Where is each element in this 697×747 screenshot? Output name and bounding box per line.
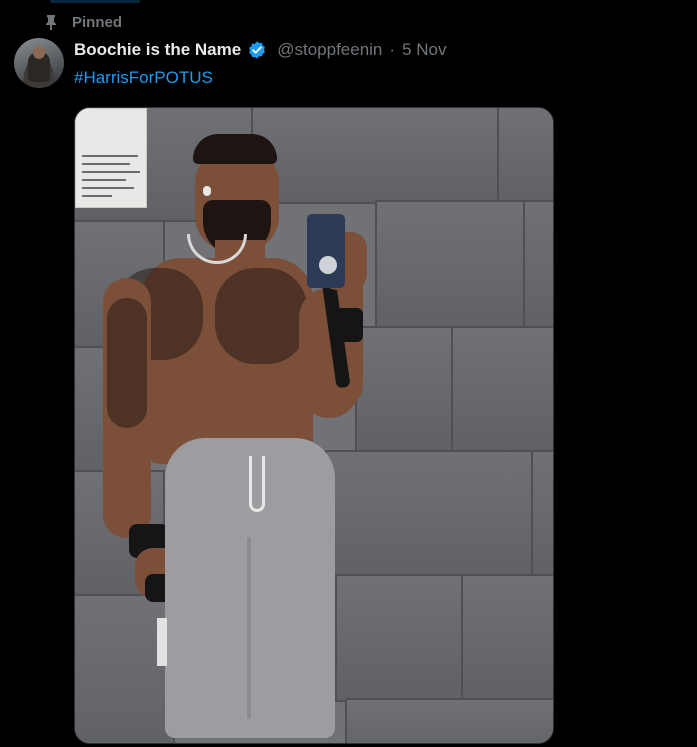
hashtag-link[interactable]: #HarrisForPOTUS: [74, 68, 213, 88]
pin-icon: [46, 15, 56, 30]
person-figure: [75, 108, 553, 743]
post-timestamp[interactable]: 5 Nov: [402, 40, 446, 60]
pinned-indicator: Pinned: [44, 12, 122, 32]
separator-dot: ·: [389, 40, 396, 59]
display-name[interactable]: Boochie is the Name: [74, 40, 241, 60]
verified-badge-icon[interactable]: [247, 40, 267, 60]
post-media-image[interactable]: [74, 107, 554, 744]
pinned-label: Pinned: [72, 13, 123, 31]
avatar[interactable]: [14, 38, 64, 88]
avatar-face: [33, 46, 45, 59]
top-accent-bar: [50, 0, 140, 3]
post-header: Boochie is the Name @stoppfeenin · 5 Nov: [74, 39, 446, 61]
user-handle[interactable]: @stoppfeenin: [277, 40, 382, 60]
